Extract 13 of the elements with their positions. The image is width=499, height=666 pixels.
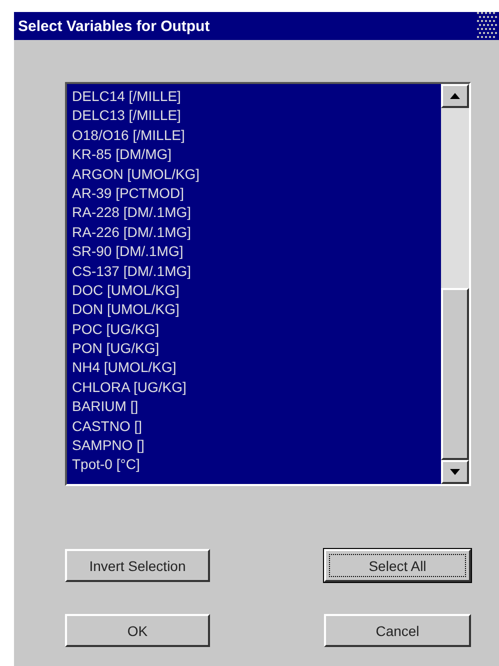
variable-list[interactable] — [65, 82, 471, 486]
window-title: Select Variables for Output — [18, 18, 210, 34]
scroll-up-button[interactable] — [441, 84, 469, 108]
scrollbar[interactable] — [441, 84, 469, 484]
dialog-button[interactable]: Cancel — [324, 614, 471, 647]
dialog-button[interactable]: OK — [65, 614, 210, 647]
grip-icon — [477, 12, 499, 40]
scroll-down-button[interactable] — [441, 460, 469, 484]
down-arrow-icon — [450, 469, 460, 475]
up-arrow-icon — [450, 93, 460, 99]
scroll-thumb[interactable] — [441, 288, 469, 460]
dialog-button[interactable]: Invert Selection — [65, 549, 210, 582]
focused-button[interactable]: Select All — [324, 549, 471, 582]
